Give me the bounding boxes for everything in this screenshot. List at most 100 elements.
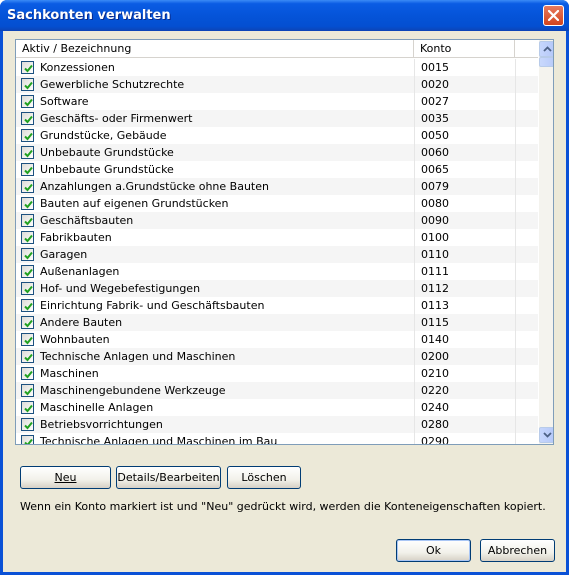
column-divider [414,263,415,280]
active-checkbox[interactable] [21,265,34,278]
account-number: 0100 [421,231,449,244]
active-checkbox[interactable] [21,333,34,346]
account-name: Maschinengebundene Werkzeuge [40,384,226,397]
new-button[interactable]: Neu [20,466,111,489]
column-divider [515,229,516,246]
list-item[interactable]: Maschinengebundene Werkzeuge 0220 [16,382,538,399]
column-divider [515,161,516,178]
list-item[interactable]: Unbebaute Grundstücke 0060 [16,144,538,161]
delete-button-label: Löschen [241,471,287,484]
list-item[interactable]: Geschäfts- oder Firmenwert 0035 [16,110,538,127]
active-checkbox[interactable] [21,163,34,176]
active-checkbox[interactable] [21,367,34,380]
checkmark-icon [24,268,33,277]
column-divider [414,331,415,348]
list-item[interactable]: Außenanlagen 0111 [16,263,538,280]
column-divider [515,127,516,144]
account-number: 0115 [421,316,449,329]
list-item[interactable]: Anzahlungen a.Grundstücke ohne Bauten 007… [16,178,538,195]
active-checkbox[interactable] [21,129,34,142]
list-item[interactable]: Unbebaute Grundstücke 0065 [16,161,538,178]
active-checkbox[interactable] [21,384,34,397]
list-item[interactable]: Bauten auf eigenen Grundstücken 0080 [16,195,538,212]
active-checkbox[interactable] [21,248,34,261]
column-divider [515,348,516,365]
list-item[interactable]: Maschinen 0210 [16,365,538,382]
list-item[interactable]: Gewerbliche Schutzrechte 0020 [16,76,538,93]
column-header-konto[interactable]: Konto [414,40,515,58]
column-divider [515,280,516,297]
ok-button[interactable]: Ok [396,539,471,562]
column-divider [414,76,415,93]
active-checkbox[interactable] [21,231,34,244]
account-name: Maschinelle Anlagen [40,401,154,414]
cancel-button[interactable]: Abbrechen [480,539,555,562]
account-name: Geschäfts- oder Firmenwert [40,112,193,125]
list-item[interactable]: Geschäftsbauten 0090 [16,212,538,229]
column-divider [414,297,415,314]
column-divider [515,110,516,127]
column-header-bezeichnung[interactable]: Aktiv / Bezeichnung [16,40,414,58]
vertical-scrollbar[interactable] [539,40,553,444]
active-checkbox[interactable] [21,316,34,329]
list-item[interactable]: Maschinelle Anlagen 0240 [16,399,538,416]
active-checkbox[interactable] [21,146,34,159]
list-item[interactable]: Garagen 0110 [16,246,538,263]
list-item[interactable]: Fabrikbauten 0100 [16,229,538,246]
column-divider [515,195,516,212]
active-checkbox[interactable] [21,95,34,108]
active-checkbox[interactable] [21,214,34,227]
checkmark-icon [24,200,33,209]
checkmark-icon [24,251,33,260]
new-button-label: Neu [54,471,77,484]
list-item[interactable]: Konzessionen 0015 [16,59,538,76]
delete-button[interactable]: Löschen [227,466,301,489]
active-checkbox[interactable] [21,180,34,193]
list-item[interactable]: Grundstücke, Gebäude 0050 [16,127,538,144]
active-checkbox[interactable] [21,61,34,74]
scroll-up-button[interactable] [539,41,553,57]
account-name: Betriebsvorrichtungen [40,418,163,431]
active-checkbox[interactable] [21,350,34,363]
details-edit-button[interactable]: Details/Bearbeiten [116,466,221,489]
scroll-thumb[interactable] [539,57,553,67]
list-item[interactable]: Andere Bauten 0115 [16,314,538,331]
active-checkbox[interactable] [21,435,34,444]
checkmark-icon [24,387,33,396]
account-name: Technische Anlagen und Maschinen im Bau [40,435,278,444]
account-number: 0113 [421,299,449,312]
list-item[interactable]: Software 0027 [16,93,538,110]
account-number: 0210 [421,367,449,380]
active-checkbox[interactable] [21,112,34,125]
account-name: Konzessionen [40,61,115,74]
account-number: 0080 [421,197,449,210]
list-item[interactable]: Hof- und Wegebefestigungen 0112 [16,280,538,297]
hint-text: Wenn ein Konto markiert ist und "Neu" ge… [20,500,546,513]
list-item[interactable]: Technische Anlagen und Maschinen 0200 [16,348,538,365]
active-checkbox[interactable] [21,401,34,414]
column-divider [414,399,415,416]
column-divider [515,399,516,416]
list-item[interactable]: Wohnbauten 0140 [16,331,538,348]
column-divider [414,365,415,382]
active-checkbox[interactable] [21,282,34,295]
active-checkbox[interactable] [21,197,34,210]
checkmark-icon [24,132,33,141]
account-name: Maschinen [40,367,99,380]
list-item[interactable]: Technische Anlagen und Maschinen im Bau 0… [16,433,538,444]
active-checkbox[interactable] [21,78,34,91]
list-item[interactable]: Betriebsvorrichtungen 0280 [16,416,538,433]
checkmark-icon [24,421,33,430]
active-checkbox[interactable] [21,418,34,431]
active-checkbox[interactable] [21,299,34,312]
account-name: Unbebaute Grundstücke [40,146,174,159]
close-button[interactable] [543,5,564,26]
account-list[interactable]: Aktiv / Bezeichnung Konto Konzessionen 00… [15,39,554,445]
account-number: 0220 [421,384,449,397]
scroll-down-button[interactable] [539,427,553,443]
list-item[interactable]: Einrichtung Fabrik- und Geschäftsbauten 0… [16,297,538,314]
column-divider [515,212,516,229]
account-number: 0079 [421,180,449,193]
title-bar[interactable]: Sachkonten verwalten [0,0,569,31]
account-name: Technische Anlagen und Maschinen [40,350,236,363]
